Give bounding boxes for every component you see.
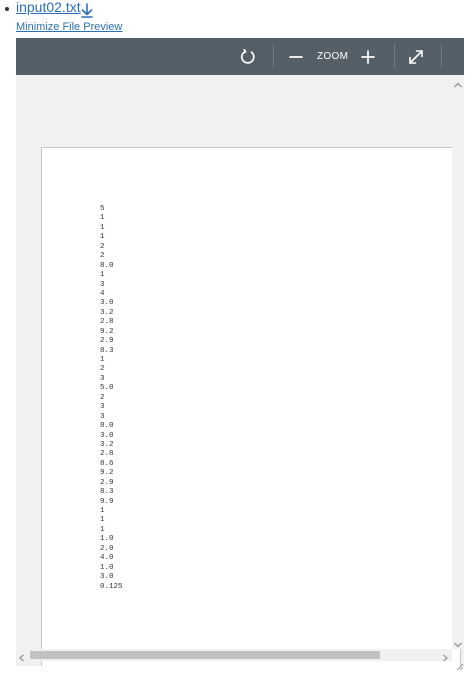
document-line: 2 [100, 393, 105, 402]
document-line: 1 [100, 233, 105, 242]
document-line: 9.2 [100, 469, 114, 478]
document-page: 5 1 1 1 2 2 8.0 1 3 4 3.0 3.2 2.8 9.2 2.9 8.3 1 2 3 5.0 2 3 3 8… [41, 147, 461, 666]
expand-icon[interactable] [407, 38, 425, 75]
file-preview-viewer: ZOOM 5 1 1 1 2 2 8.0 1 3 4 3.0 3.2 2.8 9.2 2.9 8.3 1 2 3 5.… [16, 38, 464, 666]
document-line: 1 [100, 516, 105, 525]
zoom-label: ZOOM [317, 51, 349, 62]
document-line: 3.0 [100, 573, 114, 582]
document-line: 9.9 [100, 497, 114, 506]
document-line: 4 [100, 289, 105, 298]
document-text: 5 1 1 1 2 2 8.0 1 3 4 3.0 3.2 2.8 9.2 2.9 8.3 1 2 3 5.0 2 3 3 8… [100, 205, 123, 592]
rotate-icon[interactable] [236, 38, 260, 75]
document-line: 1 [100, 507, 105, 515]
toolbar-separator [394, 45, 395, 68]
document-line: 5.0 [100, 384, 114, 393]
list-bullet [5, 7, 9, 11]
document-line: 1 [100, 271, 105, 280]
plus-icon [361, 49, 375, 64]
document-line: 3 [100, 412, 105, 421]
document-line: 8.3 [100, 488, 114, 497]
horizontal-scroll-thumb[interactable] [30, 651, 380, 659]
document-line: 8.0 [100, 261, 114, 270]
document-line: 2 [100, 365, 105, 374]
document-line: 3 [100, 280, 105, 289]
document-line: 2.9 [100, 478, 114, 487]
file-name-link[interactable]: input02.txt [16, 0, 81, 15]
document-line: 4.0 [100, 554, 114, 563]
document-line: 3.0 [100, 299, 114, 308]
minus-icon [289, 55, 303, 58]
zoom-out-button[interactable] [288, 38, 304, 75]
document-line: 3.2 [100, 440, 114, 449]
download-icon[interactable] [80, 2, 94, 18]
document-line: 8.0 [100, 422, 114, 431]
horizontal-scrollbar[interactable] [16, 649, 452, 662]
document-line: 2.9 [100, 337, 114, 346]
scroll-up-icon[interactable] [452, 77, 464, 88]
document-line: 1 [100, 525, 105, 534]
document-line: 5 [100, 205, 105, 213]
preview-toolbar: ZOOM [16, 38, 464, 75]
document-line: 9.2 [100, 327, 114, 336]
document-line: 3.2 [100, 308, 114, 317]
document-line: 1.0 [100, 535, 114, 544]
scroll-right-icon[interactable] [440, 650, 450, 662]
document-line: 1 [100, 356, 105, 364]
document-line: 1 [100, 223, 105, 232]
document-line: 3 [100, 374, 105, 383]
document-line: 2 [100, 252, 105, 261]
document-line: 1.0 [100, 563, 114, 572]
document-line: 2 [100, 242, 105, 251]
minimize-preview-link[interactable]: Minimize File Preview [16, 21, 122, 33]
document-line: 8.6 [100, 459, 114, 468]
vertical-scrollbar[interactable] [452, 75, 464, 649]
document-line: 3 [100, 403, 105, 412]
toolbar-separator [441, 45, 442, 68]
document-line: 2.8 [100, 318, 114, 327]
document-line: 2.8 [100, 450, 114, 459]
document-line: 0.125 [100, 582, 123, 591]
resize-handle-icon[interactable] [454, 658, 464, 671]
document-line: 2.0 [100, 544, 114, 553]
scroll-left-icon[interactable] [17, 650, 27, 662]
document-line: 8.3 [100, 346, 114, 355]
document-line: 3.0 [100, 431, 114, 440]
toolbar-separator [273, 45, 274, 68]
document-line: 1 [100, 214, 105, 223]
zoom-in-button[interactable] [360, 38, 376, 75]
scroll-down-icon[interactable] [452, 637, 464, 648]
